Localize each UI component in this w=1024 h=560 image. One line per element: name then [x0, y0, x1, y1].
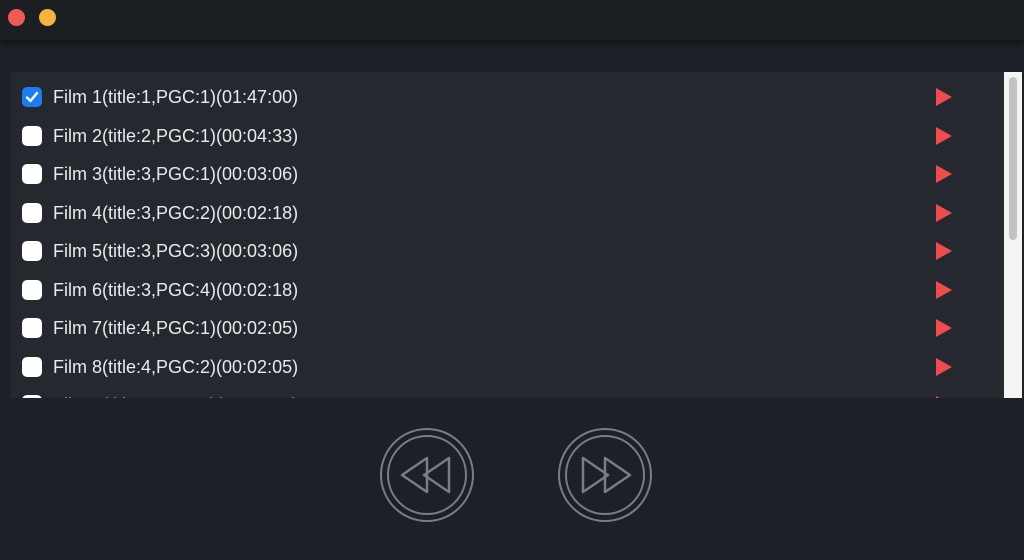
film-row[interactable]: Film 6(title:3,PGC:4)(00:02:18)	[11, 270, 1004, 308]
film-checkbox[interactable]	[22, 202, 42, 223]
play-icon	[936, 126, 952, 145]
play-icon	[936, 357, 952, 376]
play-icon	[936, 165, 952, 183]
film-checkbox[interactable]	[22, 164, 42, 184]
fast-forward-icon	[558, 428, 652, 522]
play-icon	[936, 319, 952, 337]
film-label: Film 2(title:2,PGC:1)(00:04:33)	[53, 125, 299, 146]
play-button[interactable]	[935, 280, 953, 300]
rewind-button[interactable]	[380, 428, 474, 522]
film-list: Film 1(title:1,PGC:1)(01:47:00) Film 2(ti…	[11, 72, 1004, 398]
scrollbar[interactable]	[1004, 72, 1022, 398]
play-button[interactable]	[935, 241, 953, 261]
play-button[interactable]	[935, 357, 953, 377]
film-checkbox[interactable]	[22, 241, 42, 261]
film-label: Film 6(title:3,PGC:4)(00:02:18)	[53, 279, 299, 300]
app-window: Film 1(title:1,PGC:1)(01:47:00) Film 2(ti…	[0, 0, 1024, 560]
film-row[interactable]: Film 5(title:3,PGC:3)(00:03:06)	[11, 231, 1004, 269]
checkmark-icon	[25, 91, 39, 103]
scrollbar-thumb[interactable]	[1009, 77, 1017, 240]
play-button[interactable]	[935, 203, 953, 223]
play-icon	[936, 88, 952, 106]
film-row[interactable]: Film 7(title:4,PGC:1)(00:02:05)	[11, 308, 1004, 346]
rewind-icon	[380, 428, 474, 522]
fast-forward-button[interactable]	[558, 428, 652, 522]
play-button[interactable]	[935, 318, 953, 338]
film-label: Film 1(title:1,PGC:1)(01:47:00)	[53, 87, 299, 107]
play-button[interactable]	[935, 87, 953, 107]
film-label: Film 5(title:3,PGC:3)(00:03:06)	[53, 241, 299, 261]
play-icon	[936, 280, 952, 299]
play-icon	[936, 203, 952, 222]
film-checkbox[interactable]	[22, 356, 42, 377]
film-row[interactable]: Film 1(title:1,PGC:1)(01:47:00)	[11, 77, 1004, 115]
play-icon	[936, 242, 952, 260]
title-bar	[0, 0, 1024, 40]
minimize-window-button[interactable]	[39, 9, 56, 26]
film-checkbox[interactable]	[22, 125, 42, 146]
film-checkbox[interactable]	[22, 279, 42, 300]
film-label: Film 4(title:3,PGC:2)(00:02:18)	[53, 202, 299, 223]
film-checkbox[interactable]	[22, 87, 42, 107]
playback-controls	[0, 398, 1024, 560]
close-window-button[interactable]	[8, 9, 25, 26]
play-button[interactable]	[935, 164, 953, 184]
film-label: Film 3(title:3,PGC:1)(00:03:06)	[53, 164, 299, 184]
film-row[interactable]: Film 4(title:3,PGC:2)(00:02:18)	[11, 193, 1004, 231]
film-list-panel: Film 1(title:1,PGC:1)(01:47:00) Film 2(ti…	[11, 72, 1022, 398]
film-label: Film 8(title:4,PGC:2)(00:02:05)	[53, 356, 299, 377]
film-row[interactable]: Film 3(title:3,PGC:1)(00:03:06)	[11, 154, 1004, 192]
film-row[interactable]: Film 9(title:5,PGC:1)(00:01:58)	[11, 385, 1004, 398]
film-checkbox[interactable]	[22, 318, 42, 338]
film-row[interactable]: Film 8(title:4,PGC:2)(00:02:05)	[11, 347, 1004, 385]
film-label: Film 7(title:4,PGC:1)(00:02:05)	[53, 318, 299, 338]
play-button[interactable]	[935, 126, 953, 146]
film-row[interactable]: Film 2(title:2,PGC:1)(00:04:33)	[11, 116, 1004, 154]
